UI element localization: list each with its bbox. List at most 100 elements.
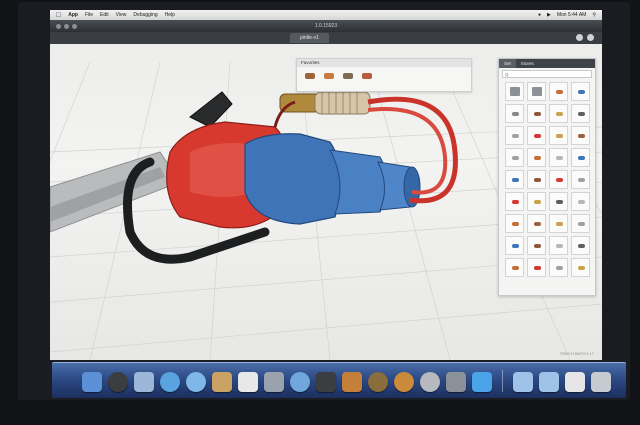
dock [52,362,626,398]
trash-icon[interactable] [591,372,611,392]
part-thumbnail[interactable] [549,126,568,145]
time-machine-icon[interactable] [420,372,440,392]
system-preferences-icon[interactable] [446,372,466,392]
spring-coil [314,91,371,115]
documents-folder-icon[interactable] [539,372,559,392]
photo-booth-icon[interactable] [316,372,336,392]
part-thumbnail[interactable] [527,192,546,211]
part-thumbnail[interactable] [527,214,546,233]
favorite-part-icon[interactable] [362,73,372,79]
parts-library-panel: Set Stores Q [498,58,596,296]
part-thumbnail[interactable] [571,82,590,101]
menu-debugging[interactable]: Debugging [133,12,157,18]
address-book-icon[interactable] [212,372,232,392]
part-thumbnail[interactable] [549,104,568,123]
part-thumbnail[interactable] [527,126,546,145]
part-thumbnail[interactable] [571,104,590,123]
imovie-icon[interactable] [368,372,388,392]
part-thumbnail[interactable] [505,148,524,167]
mail-icon[interactable] [134,372,154,392]
tab-set[interactable]: Set [499,59,516,68]
itunes-icon[interactable] [290,372,310,392]
window-title: 1.0.15923 [314,23,338,29]
viewport-tabstrip: pintle-v1 [50,32,602,44]
menu-view[interactable]: View [116,12,127,18]
part-thumbnail[interactable] [527,170,546,189]
settings-icon[interactable] [587,34,594,41]
volume-icon[interactable]: ▶ [547,12,551,18]
menu-clock[interactable]: Mon 5:44 AM [557,12,586,18]
favorites-items [297,67,471,85]
viewport-tools [576,34,594,41]
camera-icon[interactable] [576,34,583,41]
blue-cylinder [244,133,343,225]
menu-file[interactable]: File [85,12,93,18]
favorites-header: Favorites [297,59,471,67]
safari-icon[interactable] [160,372,180,392]
library-search-input[interactable]: Q [502,70,592,78]
dock-separator [502,370,503,392]
favorite-part-icon[interactable] [324,73,334,79]
part-thumbnail[interactable] [505,104,524,123]
part-thumbnail[interactable] [549,82,568,101]
part-thumbnail[interactable] [571,126,590,145]
menu-app[interactable]: App [68,12,78,18]
apple-menu-icon[interactable]:  [56,12,61,19]
part-thumbnail[interactable] [549,170,568,189]
tab-stores[interactable]: Stores [516,59,539,68]
wifi-icon[interactable]: ● [538,12,541,18]
menu-help[interactable]: Help [165,12,175,18]
favorite-part-icon[interactable] [343,73,353,79]
part-thumbnail[interactable] [505,236,524,255]
menu-extras: ● ▶ Mon 5:44 AM ⚲ [538,12,596,18]
part-thumbnail[interactable] [549,214,568,233]
app-cube-icon[interactable] [472,372,492,392]
dock-items [82,370,611,392]
part-thumbnail[interactable] [505,258,524,277]
parts-grid [499,80,595,279]
iphoto-icon[interactable] [342,372,362,392]
folder-icon[interactable] [527,82,546,101]
part-thumbnail[interactable] [505,170,524,189]
part-thumbnail[interactable] [527,236,546,255]
favorites-panel: Favorites [296,58,472,92]
3d-viewport[interactable]: pintle-v1 Favorites Set Stores Q TORCH B… [50,32,602,360]
part-thumbnail[interactable] [527,258,546,277]
projection-screen:  App File Edit View Debugging Help ● ▶ … [18,2,630,400]
brass-fitting [279,93,321,113]
window-titlebar: 1.0.15923 [50,20,602,32]
ichat-icon[interactable] [186,372,206,392]
part-thumbnail[interactable] [505,214,524,233]
ical-icon[interactable] [238,372,258,392]
part-thumbnail[interactable] [571,170,590,189]
spotlight-icon[interactable]: ⚲ [592,12,596,18]
folder-icon[interactable] [505,82,524,101]
part-thumbnail[interactable] [549,148,568,167]
library-tabs: Set Stores [499,59,595,68]
part-thumbnail[interactable] [571,192,590,211]
preview-icon[interactable] [264,372,284,392]
menu-bar:  App File Edit View Debugging Help ● ▶ … [50,10,602,20]
part-thumbnail[interactable] [527,148,546,167]
part-thumbnail[interactable] [549,236,568,255]
part-thumbnail[interactable] [571,214,590,233]
tab-document[interactable]: pintle-v1 [290,33,329,43]
document-stack-icon[interactable] [565,372,585,392]
menu-edit[interactable]: Edit [100,12,109,18]
search-icon: Q [505,71,509,77]
part-thumbnail[interactable] [571,148,590,167]
viewport-watermark: TORCH BATCH-17 [559,351,594,356]
part-thumbnail[interactable] [505,126,524,145]
finder-icon[interactable] [82,372,102,392]
part-thumbnail[interactable] [527,104,546,123]
part-thumbnail[interactable] [571,236,590,255]
part-thumbnail[interactable] [549,192,568,211]
garageband-icon[interactable] [394,372,414,392]
app-window: 1.0.15923 pintle-v1 Favorites Set Stores… [50,20,602,360]
favorite-part-icon[interactable] [305,73,315,79]
part-thumbnail[interactable] [571,258,590,277]
part-thumbnail[interactable] [549,258,568,277]
applications-folder-icon[interactable] [513,372,533,392]
dashboard-icon[interactable] [108,372,128,392]
part-thumbnail[interactable] [505,192,524,211]
